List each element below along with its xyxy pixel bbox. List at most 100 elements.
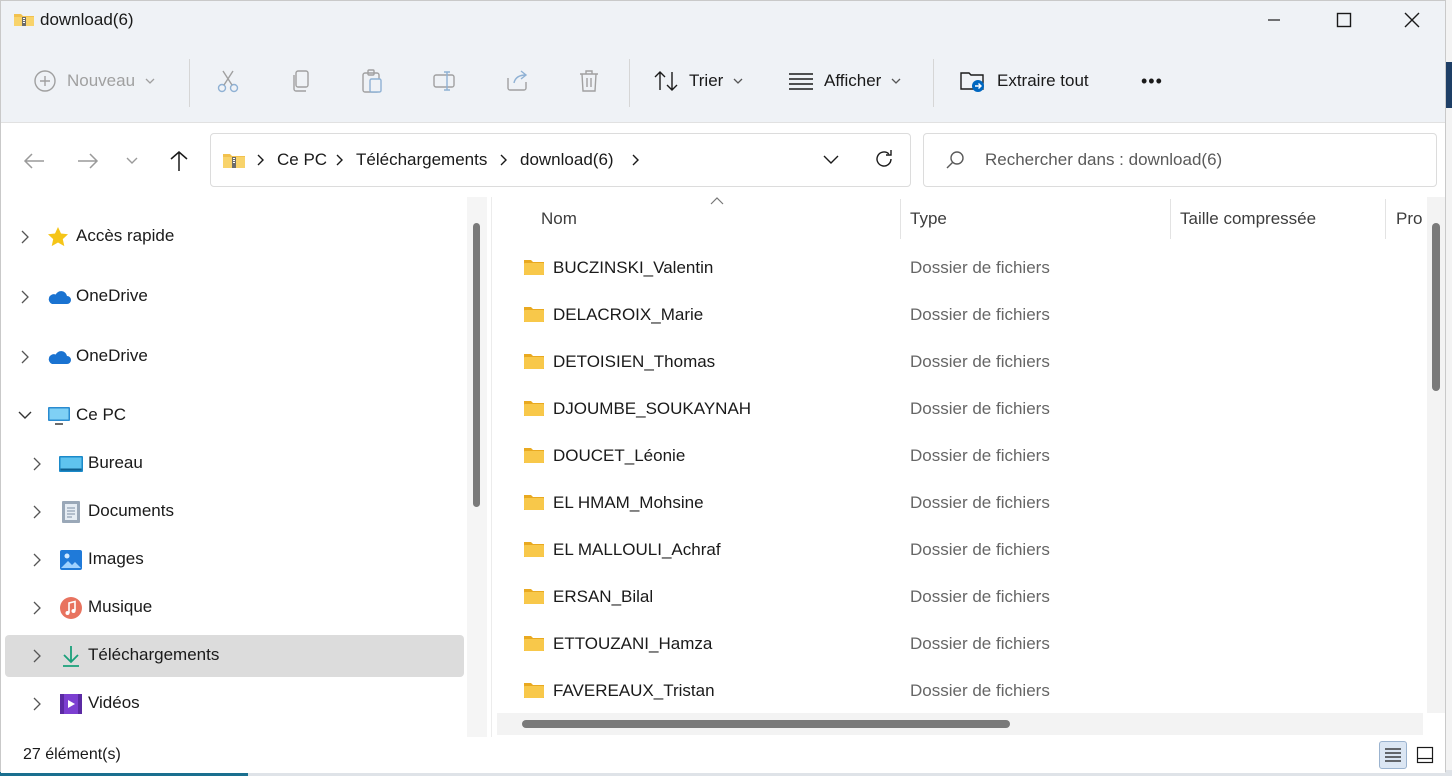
file-type: Dossier de fichiers <box>910 634 1050 653</box>
file-name: EL HMAM_Mohsine <box>553 493 704 512</box>
nav-item-desktop[interactable]: Bureau <box>5 443 464 485</box>
zip-folder-icon <box>13 11 35 27</box>
minimize-button[interactable] <box>1239 1 1309 39</box>
chevron-right-icon <box>33 505 41 519</box>
share-icon <box>507 70 528 91</box>
scrollbar-thumb[interactable] <box>522 720 1010 728</box>
preview-view-button[interactable] <box>1411 741 1439 769</box>
nav-label: Images <box>88 549 144 568</box>
file-row[interactable]: DJOUMBE_SOUKAYNAH Dossier de fichiers <box>495 387 1425 434</box>
toolbar-separator <box>189 59 190 107</box>
explorer-window: download(6) Nouveau Trier Afficher Extra… <box>0 0 1446 773</box>
search-input[interactable]: Rechercher dans : download(6) <box>923 133 1437 187</box>
column-divider[interactable] <box>1170 199 1171 239</box>
folder-icon <box>523 352 545 370</box>
file-row[interactable]: EL MALLOULI_Achraf Dossier de fichiers <box>495 528 1425 575</box>
maximize-icon <box>1336 12 1352 28</box>
extract-all-button[interactable]: Extraire tout <box>959 39 1089 123</box>
column-header-compressed-size[interactable]: Taille compressée <box>1180 209 1316 229</box>
nav-item-pictures[interactable]: Images <box>5 539 464 581</box>
file-name: EL MALLOULI_Achraf <box>553 540 721 559</box>
chevron-down-icon <box>18 411 32 419</box>
breadcrumb-this-pc[interactable]: Ce PC <box>277 134 327 186</box>
back-button[interactable] <box>16 143 52 179</box>
arrow-left-icon <box>23 153 44 169</box>
extract-all-label: Extraire tout <box>997 71 1089 90</box>
folder-icon <box>523 305 545 323</box>
nav-item-quick-access[interactable]: Accès rapide <box>5 216 464 258</box>
folder-icon <box>523 399 545 417</box>
new-button[interactable]: Nouveau <box>33 39 155 123</box>
nav-item-downloads[interactable]: Téléchargements <box>5 635 464 677</box>
close-icon <box>1404 12 1420 28</box>
details-view-button[interactable] <box>1379 741 1407 769</box>
nav-label: Accès rapide <box>76 226 175 245</box>
delete-button[interactable] <box>576 39 602 123</box>
chevron-right-icon <box>21 350 29 364</box>
file-name: ERSAN_Bilal <box>553 587 654 606</box>
recent-locations-button[interactable] <box>114 143 150 179</box>
maximize-button[interactable] <box>1309 1 1379 39</box>
nav-item-videos[interactable]: Vidéos <box>5 683 464 725</box>
nav-item-onedrive[interactable]: OneDrive <box>5 276 464 318</box>
desktop-backdrop <box>1446 0 1452 776</box>
file-row[interactable]: EL HMAM_Mohsine Dossier de fichiers <box>495 481 1425 528</box>
arrow-right-icon <box>78 153 99 169</box>
column-divider[interactable] <box>1385 199 1386 239</box>
file-row[interactable]: DETOISIEN_Thomas Dossier de fichiers <box>495 340 1425 387</box>
address-bar[interactable]: Ce PC Téléchargements download(6) <box>210 133 911 187</box>
nav-item-music[interactable]: Musique <box>5 587 464 629</box>
title-bar: download(6) <box>1 1 1445 39</box>
paste-button[interactable] <box>359 39 385 123</box>
chevron-right-icon <box>33 601 41 615</box>
nav-label: Bureau <box>88 453 143 472</box>
nav-item-this-pc[interactable]: Ce PC <box>5 395 464 437</box>
up-button[interactable] <box>161 143 197 179</box>
scrollbar-thumb[interactable] <box>473 223 480 507</box>
file-name: BUCZINSKI_Valentin <box>553 258 714 277</box>
file-list-scrollbar[interactable] <box>1427 197 1445 713</box>
file-name: DETOISIEN_Thomas <box>553 352 716 371</box>
file-name: FAVEREAUX_Tristan <box>553 681 715 700</box>
scrollbar-thumb[interactable] <box>1432 223 1440 391</box>
file-type: Dossier de fichiers <box>910 540 1050 559</box>
file-type: Dossier de fichiers <box>910 587 1050 606</box>
sort-button[interactable]: Trier <box>653 39 743 123</box>
breadcrumb-downloads[interactable]: Téléchargements <box>356 134 487 186</box>
pane-divider[interactable] <box>491 197 492 737</box>
refresh-button[interactable] <box>873 148 895 175</box>
column-header-name[interactable]: Nom <box>541 209 577 229</box>
folder-icon <box>523 540 545 558</box>
sort-ascending-icon <box>710 197 724 205</box>
nav-item-onedrive[interactable]: OneDrive <box>5 336 464 378</box>
file-row[interactable]: DOUCET_Léonie Dossier de fichiers <box>495 434 1425 481</box>
share-button[interactable] <box>504 39 530 123</box>
extract-folder-icon <box>960 72 984 92</box>
new-label: Nouveau <box>67 71 136 90</box>
folder-icon <box>523 587 545 605</box>
nav-pane-scrollbar[interactable] <box>467 197 487 737</box>
cut-button[interactable] <box>215 39 241 123</box>
file-type: Dossier de fichiers <box>910 493 1050 512</box>
breadcrumb-current-folder[interactable]: download(6) <box>520 134 614 186</box>
column-divider[interactable] <box>900 199 901 239</box>
address-history-button[interactable] <box>823 152 839 170</box>
pictures-icon <box>59 548 83 572</box>
file-row[interactable]: DELACROIX_Marie Dossier de fichiers <box>495 293 1425 340</box>
close-button[interactable] <box>1377 1 1447 39</box>
file-row[interactable]: ERSAN_Bilal Dossier de fichiers <box>495 575 1425 622</box>
forward-button[interactable] <box>70 143 106 179</box>
file-row[interactable]: ETTOUZANI_Hamza Dossier de fichiers <box>495 622 1425 669</box>
nav-item-documents[interactable]: Documents <box>5 491 464 533</box>
file-row[interactable]: FAVEREAUX_Tristan Dossier de fichiers <box>495 669 1425 716</box>
view-menu-button[interactable]: Afficher <box>788 39 901 123</box>
column-header-type[interactable]: Type <box>910 209 947 229</box>
rename-button[interactable] <box>431 39 459 123</box>
column-header-protected[interactable]: Pro <box>1396 209 1422 229</box>
more-options-button[interactable]: ••• <box>1141 39 1163 123</box>
copy-button[interactable] <box>288 39 314 123</box>
horizontal-scrollbar[interactable] <box>497 713 1423 735</box>
nav-label: Ce PC <box>76 405 127 424</box>
file-row[interactable]: BUCZINSKI_Valentin Dossier de fichiers <box>495 246 1425 293</box>
navigation-pane: Accès rapide OneDrive OneDrive Ce PC Bur… <box>1 197 491 737</box>
